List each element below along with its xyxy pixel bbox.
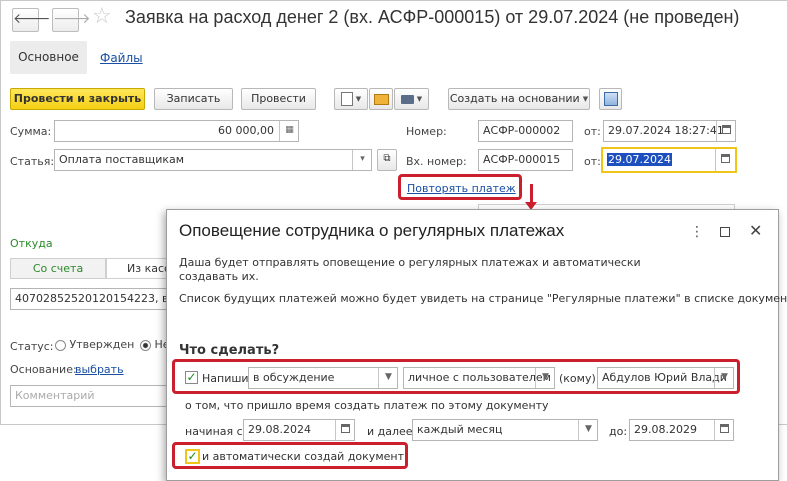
number-label: Номер: bbox=[406, 125, 447, 138]
what-to-do-heading: Что сделать? bbox=[179, 343, 280, 358]
dropdown-icon[interactable]: ▼ bbox=[578, 420, 597, 440]
calendar-icon[interactable] bbox=[716, 121, 735, 141]
report-menu-button[interactable]: ▼ bbox=[334, 88, 368, 110]
in-date-label: от: bbox=[584, 155, 601, 168]
date-label: от: bbox=[584, 125, 601, 138]
highlight-repeat-link bbox=[398, 174, 522, 200]
tab-from-cash[interactable]: Из касс bbox=[106, 258, 168, 279]
source-label: Откуда bbox=[10, 237, 53, 250]
radio-selected-icon bbox=[140, 339, 151, 351]
save-button[interactable]: Записать bbox=[154, 88, 233, 110]
about-text: о том, что пришло время создать платеж п… bbox=[185, 399, 549, 412]
dialog-text-2: Список будущих платежей можно будет увид… bbox=[179, 292, 787, 305]
tab-files[interactable]: Файлы bbox=[100, 51, 143, 65]
post-and-close-button[interactable]: Провести и закрыть bbox=[10, 88, 145, 110]
calendar-icon[interactable] bbox=[715, 149, 735, 171]
open-copy-icon: ⧉ bbox=[383, 153, 391, 164]
then-label: и далее bbox=[367, 425, 413, 438]
close-icon[interactable]: ✕ bbox=[749, 221, 762, 240]
document-settings-icon bbox=[340, 92, 353, 106]
email-button[interactable] bbox=[369, 88, 393, 110]
structure-button[interactable] bbox=[599, 88, 622, 110]
status-label: Статус: bbox=[10, 340, 54, 353]
start-date-field[interactable]: 29.08.2024 bbox=[243, 419, 355, 441]
maximize-icon[interactable] bbox=[720, 227, 730, 237]
more-icon[interactable]: ⋮ bbox=[690, 224, 704, 240]
print-menu-button[interactable]: ▼ bbox=[394, 88, 429, 110]
basis-label: Основание: bbox=[10, 363, 77, 376]
printer-icon bbox=[400, 94, 414, 104]
article-label: Статья: bbox=[10, 155, 55, 168]
radio-icon bbox=[55, 339, 66, 351]
in-number-label: Вх. номер: bbox=[406, 155, 467, 168]
calendar-icon[interactable] bbox=[714, 420, 733, 440]
basis-select-link[interactable]: выбрать bbox=[75, 363, 124, 376]
period-select[interactable]: каждый месяц ▼ bbox=[412, 419, 598, 441]
back-button[interactable]: 🡐 bbox=[12, 8, 51, 32]
highlight-auto-create bbox=[172, 442, 408, 469]
arrow-left-icon: 🡐 bbox=[13, 11, 51, 27]
comment-field[interactable]: Комментарий bbox=[10, 385, 168, 407]
forward-button[interactable]: 🡒 bbox=[52, 8, 91, 32]
dialog-title: Оповещение сотрудника о регулярных плате… bbox=[179, 221, 565, 240]
arrow-line bbox=[530, 184, 533, 204]
until-label: до: bbox=[609, 425, 628, 438]
number-field[interactable]: АСФР-000002 bbox=[478, 120, 573, 142]
post-button[interactable]: Провести bbox=[241, 88, 316, 110]
envelope-icon bbox=[373, 93, 389, 105]
calendar-icon[interactable] bbox=[335, 420, 354, 440]
highlight-write-row bbox=[172, 359, 740, 394]
status-approved-radio[interactable]: Утвержден bbox=[55, 338, 134, 351]
tab-main[interactable]: Основное bbox=[10, 41, 87, 74]
in-date-field[interactable]: 29.07.2024 bbox=[601, 147, 737, 173]
start-label: начиная с bbox=[185, 425, 243, 438]
favorite-star-icon[interactable]: ☆ bbox=[92, 5, 112, 29]
hierarchy-icon bbox=[603, 92, 618, 106]
arrow-right-icon: 🡒 bbox=[53, 11, 91, 27]
until-date-field[interactable]: 29.08.2029 bbox=[629, 419, 734, 441]
in-number-field[interactable]: АСФР-000015 bbox=[478, 149, 573, 171]
window-title: Заявка на расход денег 2 (вх. АСФР-00001… bbox=[125, 7, 740, 27]
account-field[interactable]: 40702852520120154223, в 04 bbox=[10, 288, 168, 310]
amount-field[interactable]: 60 000,00 ▦ bbox=[54, 120, 299, 142]
calculator-icon[interactable]: ▦ bbox=[279, 121, 298, 141]
create-based-on-button[interactable]: Создать на основании ▼ bbox=[448, 88, 590, 110]
tab-from-account[interactable]: Со счета bbox=[10, 258, 106, 279]
amount-label: Сумма: bbox=[10, 125, 52, 138]
dropdown-icon[interactable]: ▾ bbox=[352, 150, 371, 170]
notification-dialog: Оповещение сотрудника о регулярных плате… bbox=[166, 209, 787, 481]
dialog-text-1: Даша будет отправлять оповещение о регул… bbox=[179, 256, 641, 283]
article-field[interactable]: Оплата поставщикам ▾ bbox=[54, 149, 372, 171]
open-article-button[interactable]: ⧉ bbox=[377, 149, 397, 171]
date-field[interactable]: 29.07.2024 18:27:41 bbox=[603, 120, 736, 142]
